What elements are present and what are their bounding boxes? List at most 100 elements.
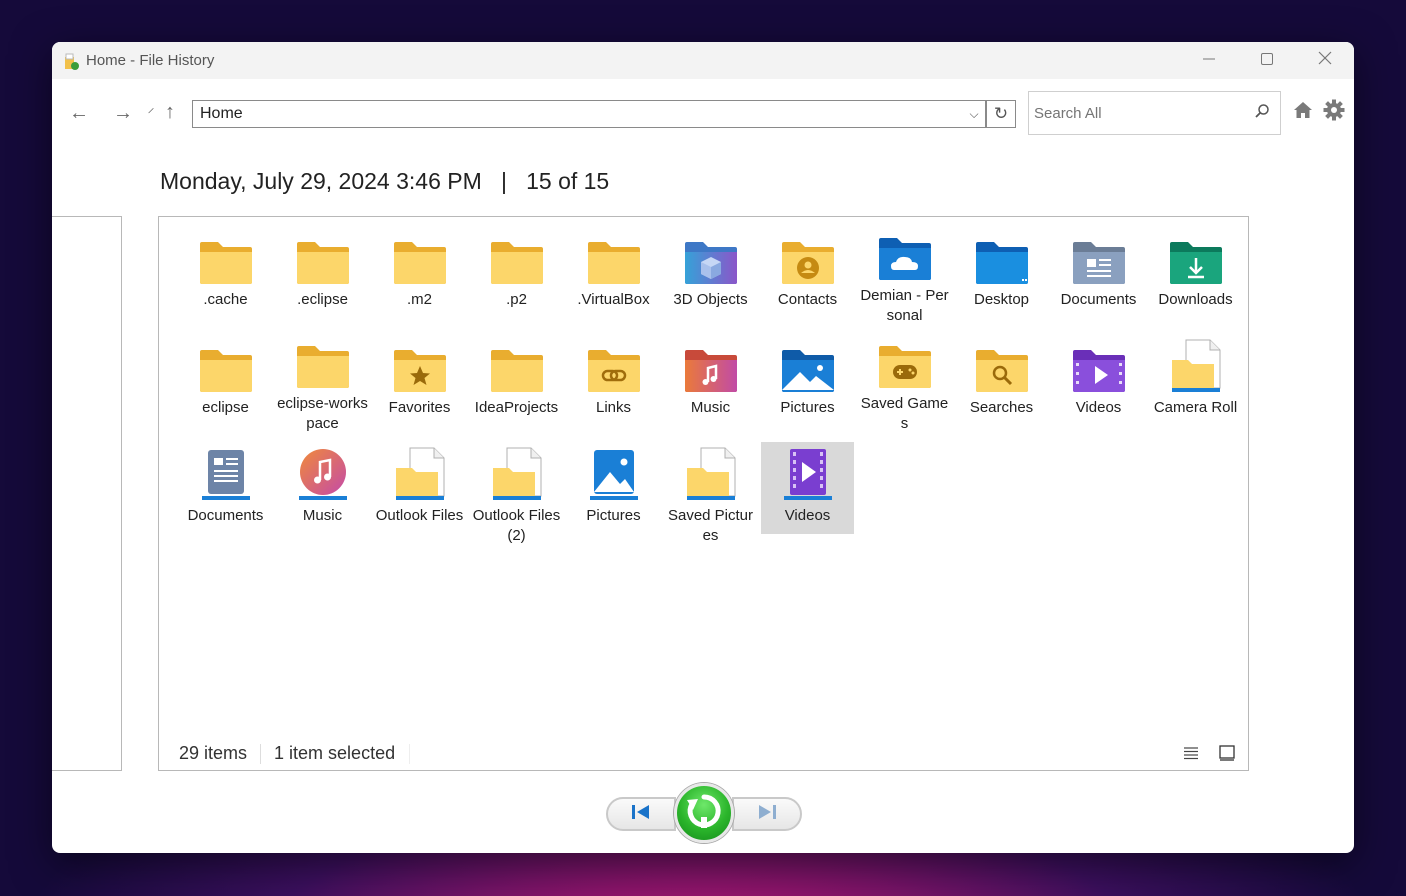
saved-games-folder-icon — [877, 342, 933, 390]
folder-icon — [489, 234, 545, 286]
recent-locations-button[interactable]: ⸍ — [144, 98, 158, 128]
close-icon — [1318, 51, 1332, 70]
file-item[interactable]: Documents — [1052, 234, 1145, 326]
file-item-label: .cache — [203, 291, 248, 308]
search-input[interactable] — [1029, 104, 1244, 122]
chevron-down-icon[interactable]: ⌵ — [963, 107, 985, 122]
backup-position: 15 of 15 — [526, 168, 610, 194]
details-view-icon[interactable] — [1182, 744, 1200, 762]
file-item[interactable]: Links — [567, 342, 660, 434]
3d-objects-folder-icon — [683, 234, 739, 286]
music-folder-icon — [683, 342, 739, 394]
file-folder-icon — [683, 447, 739, 502]
file-folder-icon — [1168, 339, 1224, 394]
file-item-label: Saved Pictures — [667, 507, 754, 544]
back-button[interactable]: ← — [64, 98, 94, 128]
file-item[interactable]: IdeaProjects — [470, 342, 563, 434]
file-item[interactable]: .m2 — [373, 234, 466, 326]
file-item-label: Saved Games — [860, 395, 949, 432]
folder-icon — [198, 234, 254, 286]
file-item[interactable]: Videos — [761, 442, 854, 534]
home-button[interactable] — [1288, 98, 1318, 128]
folder-icon — [198, 342, 254, 394]
file-item[interactable]: Demian - Personal — [858, 234, 951, 326]
folder-icon — [295, 234, 351, 286]
file-item-label: Searches — [969, 399, 1034, 416]
search-box[interactable] — [1028, 91, 1281, 135]
file-item[interactable]: Searches — [955, 342, 1048, 434]
file-item-label: Videos — [784, 507, 831, 524]
minimize-button[interactable] — [1180, 42, 1238, 79]
file-item-label: Music — [690, 399, 731, 416]
backup-date: Monday, July 29, 2024 3:46 PM — [160, 168, 482, 194]
file-item[interactable]: Pictures — [567, 450, 660, 542]
next-version-button[interactable] — [732, 797, 802, 831]
file-item-label: Music — [302, 507, 343, 524]
file-item[interactable]: eclipse-workspace — [276, 342, 369, 434]
file-item-label: Documents — [1060, 291, 1137, 308]
file-item-label: .VirtualBox — [577, 291, 650, 308]
file-item-label: Videos — [1075, 399, 1122, 416]
forward-button[interactable]: → — [108, 98, 138, 128]
gear-icon — [1323, 99, 1345, 127]
file-item[interactable]: Camera Roll — [1149, 339, 1242, 434]
file-item[interactable]: .eclipse — [276, 234, 369, 326]
home-icon — [1293, 101, 1313, 125]
previous-version-pane[interactable] — [52, 216, 122, 771]
file-item-label: Links — [595, 399, 632, 416]
file-item[interactable]: eclipse — [179, 342, 272, 434]
folder-icon — [489, 342, 545, 394]
videos-library-icon — [780, 449, 836, 502]
settings-button[interactable] — [1319, 98, 1349, 128]
file-item-label: Pictures — [780, 399, 835, 416]
file-item[interactable]: Videos — [1052, 342, 1145, 434]
file-item-label: Camera Roll — [1153, 399, 1238, 416]
file-item-label: Contacts — [777, 291, 838, 308]
folder-icon — [392, 234, 448, 286]
window-title: Home - File History — [86, 52, 215, 69]
address-text: Home — [200, 105, 243, 122]
file-item-label: Favorites — [388, 399, 451, 416]
file-item[interactable]: Saved Pictures — [664, 447, 757, 544]
favorites-folder-icon — [392, 342, 448, 394]
address-bar[interactable]: Home ⌵ — [192, 100, 986, 128]
file-item[interactable]: Outlook Files — [373, 447, 466, 542]
file-history-window: Home - File History ← → ⸍ ↑ Home ⌵ ↻ Sea… — [52, 42, 1354, 853]
folder-icon — [295, 342, 351, 390]
status-divider — [409, 743, 411, 764]
search-icon[interactable] — [1244, 103, 1280, 123]
file-item-label: eclipse — [202, 399, 249, 416]
file-item[interactable]: Documents — [179, 450, 272, 542]
file-item[interactable]: Outlook Files (2) — [470, 447, 563, 544]
header-separator: | — [500, 168, 507, 194]
file-item[interactable]: Music — [664, 342, 757, 434]
file-item[interactable]: Music — [276, 449, 369, 542]
up-button[interactable]: ↑ — [160, 97, 180, 127]
close-button[interactable] — [1296, 42, 1354, 79]
file-item-label: .eclipse — [297, 291, 348, 308]
file-item[interactable]: Downloads — [1149, 234, 1242, 326]
refresh-button[interactable]: ↻ — [986, 100, 1016, 128]
file-item[interactable]: 3D Objects — [664, 234, 757, 326]
file-item[interactable]: .cache — [179, 234, 272, 326]
file-item[interactable]: Desktop — [955, 234, 1048, 326]
file-item[interactable]: .VirtualBox — [567, 234, 660, 326]
file-folder-icon — [392, 447, 448, 502]
file-item-label: Demian - Personal — [860, 287, 949, 324]
file-item[interactable]: Pictures — [761, 342, 854, 434]
previous-version-button[interactable] — [606, 797, 676, 831]
file-item[interactable]: Saved Games — [858, 342, 951, 434]
file-item[interactable]: .p2 — [470, 234, 563, 326]
file-item[interactable]: Favorites — [373, 342, 466, 434]
searches-folder-icon — [974, 342, 1030, 394]
forward-arrow-icon: → — [113, 101, 133, 124]
restore-button[interactable] — [674, 783, 734, 843]
title-bar: Home - File History — [52, 42, 1354, 79]
maximize-button[interactable] — [1238, 42, 1296, 79]
minimize-icon — [1203, 52, 1215, 70]
file-item[interactable]: Contacts — [761, 234, 854, 326]
back-arrow-icon: ← — [69, 101, 89, 124]
skip-next-icon — [756, 804, 778, 825]
restore-icon — [684, 791, 724, 836]
large-icons-view-icon[interactable] — [1218, 744, 1236, 762]
